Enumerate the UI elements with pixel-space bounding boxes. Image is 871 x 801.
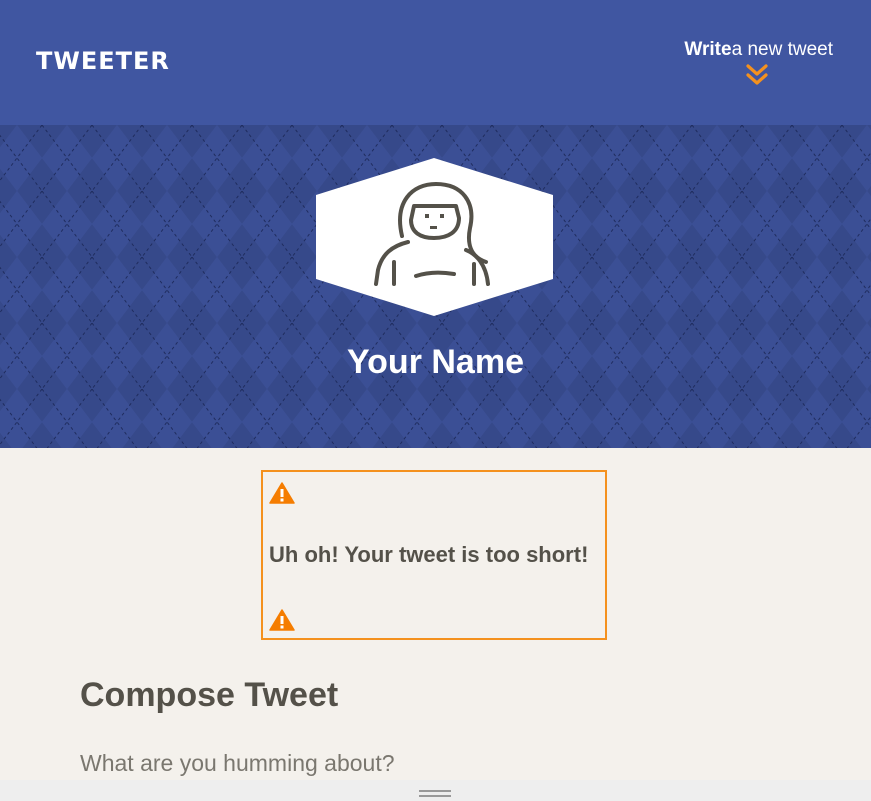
- user-name: Your Name: [347, 343, 524, 381]
- tweet-input[interactable]: [80, 746, 780, 780]
- drag-handle-icon[interactable]: [419, 790, 451, 798]
- write-label-rest: a new tweet: [731, 39, 833, 60]
- site-logo[interactable]: TWEETER: [36, 46, 170, 76]
- bottom-bar: [0, 780, 871, 801]
- double-chevron-down-icon[interactable]: [745, 64, 769, 86]
- warning-icon: [269, 609, 295, 631]
- write-label: Write: [684, 39, 732, 60]
- navbar: TWEETER Writea new tweet: [0, 0, 871, 125]
- error-message: Uh oh! Your tweet is too short!: [269, 542, 589, 567]
- user-avatar-icon: [316, 158, 553, 316]
- profile-header: Your Name: [0, 125, 871, 448]
- warning-icon: [269, 482, 295, 504]
- compose-title: Compose Tweet: [80, 676, 339, 714]
- write-new-tweet-link[interactable]: Writea new tweet: [684, 38, 833, 62]
- error-alert: Uh oh! Your tweet is too short!: [261, 470, 607, 640]
